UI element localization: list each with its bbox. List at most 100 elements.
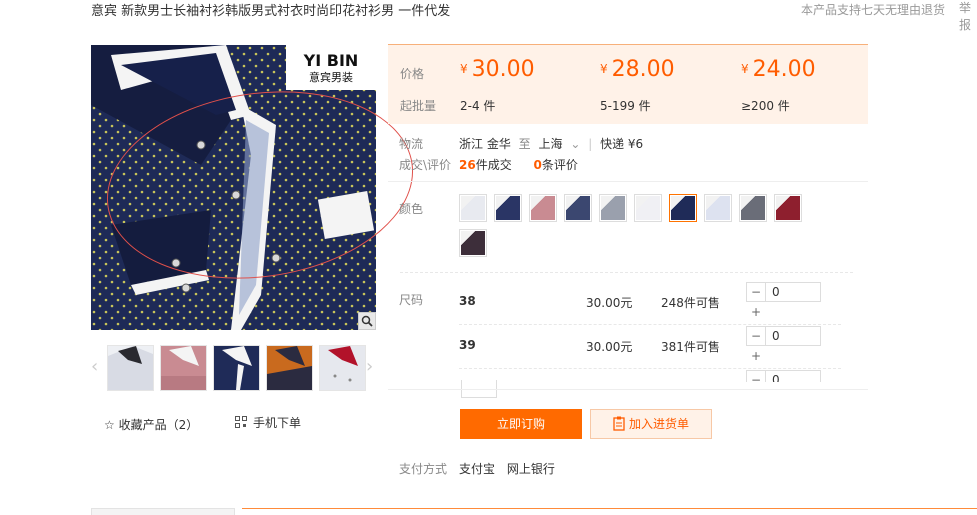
divider xyxy=(388,181,868,182)
color-swatch-image xyxy=(461,196,485,220)
stats-label: 成交\评价 xyxy=(399,158,452,172)
sku-row-partial: − xyxy=(459,370,859,382)
size-label: 尺码 xyxy=(399,293,424,307)
color-swatch-image xyxy=(461,231,485,255)
color-swatch-black-white[interactable] xyxy=(739,194,767,222)
color-swatch-navy-white[interactable] xyxy=(494,194,522,222)
zoom-icon[interactable] xyxy=(358,312,376,330)
qty-input[interactable] xyxy=(766,282,821,302)
sku-row: 39 30.00元 381件可售 − + xyxy=(459,326,849,366)
color-swatch-image xyxy=(496,196,520,220)
moq-tier-1: 2-4 件 xyxy=(460,99,496,113)
color-swatch-dark-blue[interactable] xyxy=(564,194,592,222)
moq-tier-2: 5-199 件 xyxy=(600,99,651,113)
favorite-product-link[interactable]: ☆ 收藏产品（2） xyxy=(104,416,198,433)
divider xyxy=(400,272,853,273)
color-swatch-pink[interactable] xyxy=(529,194,557,222)
color-swatch-list xyxy=(459,194,819,257)
divider xyxy=(459,324,841,325)
price-tier-2: ¥28.00 xyxy=(600,57,675,82)
color-swatch-brown-navy[interactable] xyxy=(459,229,487,257)
currency-symbol: ¥ xyxy=(741,62,749,76)
qty-plus-button[interactable]: + xyxy=(746,302,766,322)
qty-input[interactable] xyxy=(766,370,821,382)
logistics-label: 物流 xyxy=(399,137,424,151)
payment-label: 支付方式 xyxy=(399,462,448,476)
logistics-divider: | xyxy=(588,137,593,151)
qty-minus-button[interactable]: − xyxy=(746,282,766,302)
thumb-next-button[interactable]: › xyxy=(366,356,373,377)
qty-minus-button[interactable]: − xyxy=(746,370,766,382)
price-tier-3-value: 24.00 xyxy=(752,57,816,82)
thumbnail-orange-print-shirt[interactable] xyxy=(266,345,313,391)
thumbnail-navy-shirt[interactable] xyxy=(213,345,260,391)
chevron-down-icon: ⌄ xyxy=(570,137,581,151)
tab-underline xyxy=(242,508,977,509)
color-swatch-navy[interactable] xyxy=(669,194,697,222)
product-title: 意宾 新款男士长袖衬衫韩版男式衬衣时尚印花衬衫男 一件代发 xyxy=(91,4,451,19)
qty-plus-button[interactable]: + xyxy=(746,346,766,366)
price-tier-2-value: 28.00 xyxy=(611,57,675,82)
sku-stock: 248件可售 xyxy=(661,296,720,310)
add-to-cart-button[interactable]: 加入进货单 xyxy=(590,409,712,439)
clipboard-icon xyxy=(613,413,625,441)
sold-count: 26 xyxy=(459,158,476,172)
divider xyxy=(459,368,841,369)
review-count: 0 xyxy=(533,158,542,172)
color-swatch-image xyxy=(636,196,660,220)
currency-symbol: ¥ xyxy=(600,62,608,76)
return-policy-notice: 本产品支持七天无理由退货 xyxy=(801,3,946,17)
color-swatch-light-white[interactable] xyxy=(634,194,662,222)
color-swatch-image xyxy=(601,196,625,220)
color-swatch-white[interactable] xyxy=(459,194,487,222)
color-swatch-image xyxy=(741,196,765,220)
price-tier-3: ¥24.00 xyxy=(741,57,816,82)
express-fee: 快递 ¥6 xyxy=(600,137,644,151)
brand-logo-en: YI BIN xyxy=(303,51,359,70)
sku-size: 39 xyxy=(459,338,476,352)
divider xyxy=(388,389,868,390)
shirt-illustration: YI BIN 意宾男装 xyxy=(91,45,376,330)
thumbnail-pink-print-shirt[interactable] xyxy=(160,345,207,391)
sold-text: 件成交 xyxy=(475,158,512,172)
moq-tier-3: ≥200 件 xyxy=(741,99,790,113)
brand-logo-cn: 意宾男装 xyxy=(309,70,353,84)
main-product-image[interactable]: YI BIN 意宾男装 xyxy=(91,45,376,330)
thumb-prev-button[interactable]: ‹ xyxy=(91,356,98,377)
color-label: 颜色 xyxy=(399,202,424,216)
trade-stats: 26件成交 0条评价 xyxy=(459,156,578,173)
mobile-order-link[interactable]: 手机下单 xyxy=(235,414,301,431)
sku-price: 30.00元 xyxy=(586,296,633,310)
color-swatch-image xyxy=(671,196,695,220)
qr-code-icon xyxy=(235,416,247,431)
order-now-button[interactable]: 立即订购 xyxy=(460,409,582,439)
sku-row: 38 30.00元 248件可售 − + xyxy=(459,282,849,322)
report-link[interactable]: 举报 xyxy=(959,0,973,34)
thumbnail-white-shirt[interactable] xyxy=(107,345,154,391)
sku-price: 30.00元 xyxy=(586,340,633,354)
logistics-info: 浙江 金华 至 上海 ⌄ | 快递 ¥6 xyxy=(459,135,643,152)
qty-minus-button[interactable]: − xyxy=(746,326,766,346)
color-swatch-image xyxy=(776,196,800,220)
price-label: 价格 xyxy=(400,67,425,81)
add-to-cart-label: 加入进货单 xyxy=(628,417,689,431)
color-swatch-image xyxy=(706,196,730,220)
color-swatch-wine-red[interactable] xyxy=(774,194,802,222)
mobile-order-label: 手机下单 xyxy=(253,416,302,430)
price-tier-1: ¥30.00 xyxy=(460,57,535,82)
qty-input[interactable] xyxy=(766,326,821,346)
ship-from: 浙江 金华 xyxy=(459,137,511,151)
ship-to-value: 上海 xyxy=(538,137,563,151)
sku-stock: 381件可售 xyxy=(661,340,720,354)
thumbnail-white-print-shirt[interactable] xyxy=(319,345,366,391)
sku-size: 38 xyxy=(459,294,476,308)
price-panel: 价格 起批量 ¥30.00 ¥28.00 ¥24.00 2-4 件 5-199 … xyxy=(388,44,868,124)
color-swatch-white-blue[interactable] xyxy=(704,194,732,222)
detail-tab[interactable] xyxy=(91,508,235,515)
ship-to-select[interactable]: 上海 ⌄ xyxy=(539,137,581,151)
price-tier-1-value: 30.00 xyxy=(471,57,535,82)
currency-symbol: ¥ xyxy=(460,62,468,76)
color-swatch-image xyxy=(531,196,555,220)
color-swatch-image xyxy=(566,196,590,220)
color-swatch-grey[interactable] xyxy=(599,194,627,222)
